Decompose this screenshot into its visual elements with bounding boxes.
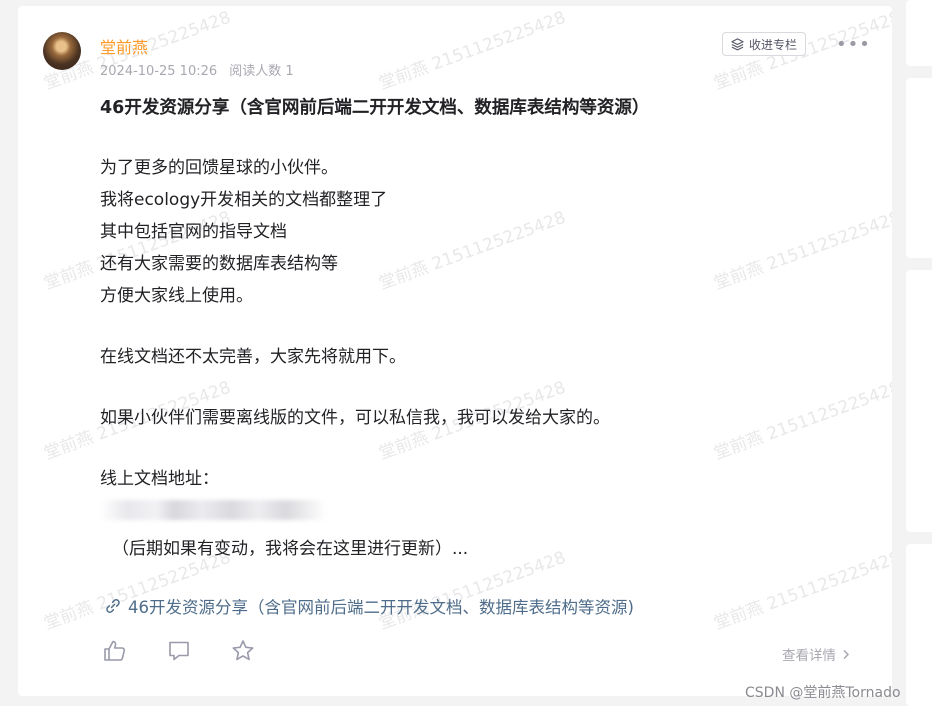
resource-link[interactable]: 46开发资源分享（含官网前后端二开开发文档、数据库表结构等资源) xyxy=(104,594,634,618)
content-line: 还有大家需要的数据库表结构等 xyxy=(100,254,338,274)
content-line: 方便大家线上使用。 xyxy=(100,286,253,306)
resource-link-text: 46开发资源分享（含官网前后端二开开发文档、数据库表结构等资源) xyxy=(128,598,634,617)
watermark-text: 堂前燕 2151125225428 xyxy=(711,207,892,294)
post-card: 堂前燕 2151125225428 堂前燕 2151125225428 堂前燕 21… xyxy=(18,6,892,696)
side-panel-card-1 xyxy=(906,0,932,66)
comment-icon[interactable] xyxy=(166,638,192,664)
star-icon[interactable] xyxy=(230,638,256,664)
blurred-document-url[interactable] xyxy=(100,500,326,520)
side-panel-card-2 xyxy=(906,78,932,258)
watermark-text: 堂前燕 2151125225428 xyxy=(376,7,569,94)
post-date: 2024-10-25 10:26 xyxy=(100,64,218,79)
watermark-text: 堂前燕 2151125225428 xyxy=(711,377,892,464)
post-title[interactable]: 46开发资源分享（含官网前后端二开开发文档、数据库表结构等资源） xyxy=(100,94,649,119)
more-options-button[interactable]: ••• xyxy=(836,34,871,55)
watermark-text: 堂前燕 2151125225428 xyxy=(711,547,892,634)
view-details-link[interactable]: 查看详情 xyxy=(782,644,850,664)
content-line: 在线文档还不太完善，大家先将就用下。 xyxy=(100,347,406,367)
post-meta: 2024-10-25 10:26 阅读人数 1 xyxy=(100,60,294,79)
content-line: 如果小伙伴们需要离线版的文件，可以私信我，我可以发给大家的。 xyxy=(100,408,610,428)
chevron-right-icon xyxy=(843,649,850,660)
view-details-label: 查看详情 xyxy=(782,648,836,664)
content-line: 线上文档地址： xyxy=(100,469,219,489)
post-content: 为了更多的回馈星球的小伙伴。 我将ecology开发相关的文档都整理了 其中包括… xyxy=(100,152,610,495)
avatar[interactable] xyxy=(43,32,81,70)
link-icon xyxy=(106,599,120,613)
csdn-credit: CSDN @堂前燕Tornado xyxy=(745,685,901,701)
collect-to-column-button[interactable]: 收进专栏 xyxy=(722,32,807,56)
thumbs-up-icon[interactable] xyxy=(102,638,128,664)
read-count: 阅读人数 1 xyxy=(229,64,294,79)
post-actions xyxy=(102,638,256,664)
update-note: （后期如果有变动，我将会在这里进行更新）... xyxy=(112,539,469,559)
content-line: 其中包括官网的指导文档 xyxy=(100,222,287,242)
side-panel-card-3 xyxy=(906,270,932,532)
collect-label: 收进专栏 xyxy=(749,37,798,52)
side-panel-card-4 xyxy=(906,544,932,706)
content-line: 我将ecology开发相关的文档都整理了 xyxy=(100,190,388,210)
layers-icon xyxy=(731,37,744,50)
author-name[interactable]: 堂前燕 xyxy=(100,34,148,58)
content-line: 为了更多的回馈星球的小伙伴。 xyxy=(100,158,338,178)
